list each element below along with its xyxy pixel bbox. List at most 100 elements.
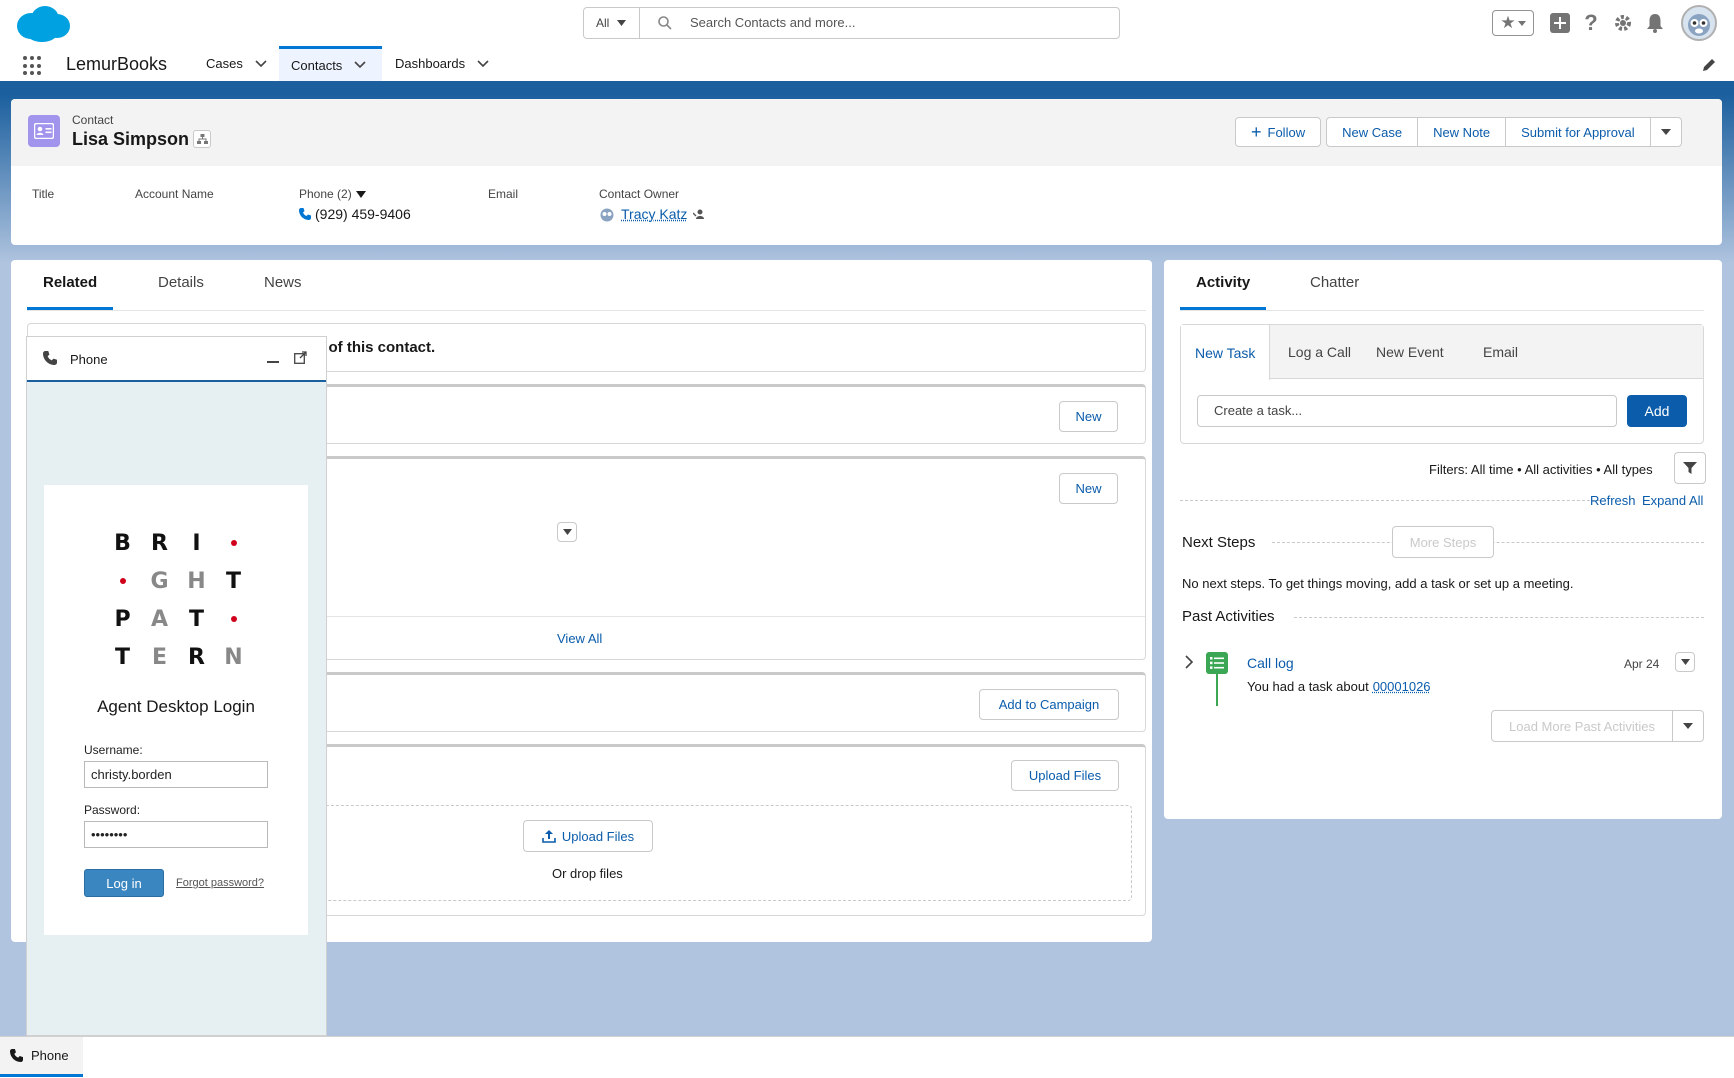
new-case-button[interactable]: New Case — [1326, 117, 1419, 147]
search-scope-dropdown[interactable]: All — [584, 8, 640, 38]
help-icon[interactable]: ? — [1580, 10, 1602, 36]
pencil-edit-icon[interactable] — [1702, 58, 1716, 72]
tab-divider — [1180, 310, 1704, 311]
row-actions-dropdown[interactable] — [557, 522, 577, 542]
task-record-link[interactable]: 00001026 — [1373, 679, 1431, 694]
chevron-down-icon[interactable] — [255, 59, 267, 68]
nav-tab-dashboards[interactable]: Dashboards — [383, 46, 501, 81]
phone-icon — [299, 208, 311, 220]
follow-button[interactable]: + Follow — [1235, 117, 1322, 147]
call-log-text: You had a task about — [1247, 679, 1369, 694]
more-actions-button[interactable] — [1649, 117, 1682, 147]
expand-all-link[interactable]: Expand All — [1642, 493, 1703, 508]
load-more-button[interactable]: Load More Past Activities — [1491, 710, 1673, 742]
view-all-link[interactable]: View All — [557, 631, 602, 646]
bright-pattern-logo: B R I G H T P A T T E R N — [114, 530, 243, 670]
load-more-group: Load More Past Activities — [1491, 710, 1704, 742]
composer-tab-log-a-call[interactable]: Log a Call — [1288, 325, 1351, 379]
tab-details[interactable]: Details — [158, 274, 204, 310]
dashed-divider — [1294, 617, 1704, 618]
popout-icon[interactable] — [294, 351, 307, 364]
tab-related[interactable]: Related — [27, 274, 114, 310]
phone-value[interactable]: (929) 459-9406 — [315, 206, 411, 222]
nav-tab-cases[interactable]: Cases — [194, 46, 279, 81]
activity-card: Activity Chatter New Task Log a Call New… — [1164, 260, 1722, 819]
phone-icon — [10, 1049, 23, 1062]
more-steps-button[interactable]: More Steps — [1392, 526, 1494, 558]
phone-field-value-group[interactable]: (929) 459-9406 — [299, 206, 411, 222]
new-button[interactable]: New — [1059, 401, 1118, 432]
call-log-description: You had a task about 00001026 — [1247, 679, 1431, 694]
password-label: Password: — [84, 803, 141, 817]
chevron-down-icon[interactable] — [354, 61, 366, 69]
owner-link[interactable]: Tracy Katz — [621, 206, 687, 222]
forgot-password-link[interactable]: Forgot password? — [176, 877, 264, 889]
utility-phone-button[interactable]: Phone — [0, 1037, 83, 1077]
global-search[interactable]: All Search Contacts and more... — [583, 7, 1120, 39]
login-title: Agent Desktop Login — [97, 697, 255, 716]
create-task-input[interactable]: Create a task... — [1197, 395, 1617, 427]
tab-chatter[interactable]: Chatter — [1310, 274, 1359, 310]
composer-tab-new-task[interactable]: New Task — [1181, 325, 1271, 380]
search-scope-label: All — [596, 16, 610, 30]
object-type-label: Contact — [72, 113, 114, 127]
refresh-link[interactable]: Refresh — [1590, 493, 1636, 508]
add-task-button[interactable]: Add — [1627, 395, 1687, 427]
tab-activity[interactable]: Activity — [1180, 274, 1267, 310]
caret-down-icon — [355, 190, 366, 198]
activity-composer: New Task Log a Call New Event Email Crea… — [1180, 324, 1704, 444]
phone-field-label-group[interactable]: Phone (2) — [299, 187, 366, 201]
login-button[interactable]: Log in — [84, 869, 164, 897]
upload-files-button[interactable]: Upload Files — [523, 820, 653, 852]
timeline-line — [1216, 674, 1218, 706]
chevron-right-icon[interactable] — [1184, 655, 1194, 669]
record-title: Lisa Simpson — [72, 129, 190, 149]
call-log-link[interactable]: Call log — [1247, 655, 1294, 671]
add-to-campaign-button[interactable]: Add to Campaign — [979, 689, 1119, 720]
call-log-date: Apr 24 — [1624, 657, 1660, 671]
chevron-down-icon — [1517, 20, 1526, 26]
composer-tab-email[interactable]: Email — [1483, 325, 1518, 379]
chevron-down-icon — [1660, 129, 1671, 135]
new-note-button[interactable]: New Note — [1417, 117, 1507, 147]
password-input[interactable]: •••••••• — [84, 821, 268, 848]
contact-card-icon — [28, 115, 60, 147]
owner-field-label: Contact Owner — [599, 187, 680, 201]
setup-gear-icon[interactable] — [1611, 10, 1635, 36]
phone-icon — [43, 351, 57, 365]
app-nav-bar: LemurBooks Cases Contacts Dashboards — [0, 46, 1734, 84]
user-avatar[interactable] — [1681, 5, 1717, 41]
chevron-down-icon — [562, 529, 572, 535]
softphone-header: Phone — [27, 337, 326, 382]
hierarchy-button[interactable] — [193, 130, 211, 148]
no-next-steps-text: No next steps. To get things moving, add… — [1182, 576, 1574, 591]
softphone-title: Phone — [70, 352, 108, 367]
username-input[interactable]: christy.borden — [84, 761, 268, 788]
minimize-icon[interactable] — [267, 361, 279, 363]
global-actions-button[interactable] — [1549, 10, 1571, 36]
owner-avatar — [600, 208, 614, 222]
upload-files-label: Upload Files — [561, 828, 635, 844]
favorites-button[interactable]: ★ — [1492, 10, 1534, 36]
search-input[interactable]: Search Contacts and more... — [690, 15, 855, 30]
change-owner-icon[interactable] — [693, 208, 705, 220]
submit-for-approval-button[interactable]: Submit for Approval — [1505, 117, 1651, 147]
composer-tab-new-event[interactable]: New Event — [1376, 325, 1444, 379]
chevron-down-icon[interactable] — [477, 59, 489, 68]
upload-icon — [542, 830, 556, 843]
call-log-actions-dropdown[interactable] — [1675, 652, 1695, 672]
salesforce-logo[interactable] — [14, 4, 72, 44]
hierarchy-icon — [196, 133, 208, 144]
notifications-bell-icon[interactable] — [1643, 10, 1667, 36]
activity-filters-text: Filters: All time • All activities • All… — [1429, 462, 1653, 477]
chevron-down-icon — [617, 20, 627, 26]
tab-news[interactable]: News — [264, 274, 302, 310]
utility-phone-label: Phone — [31, 1048, 69, 1063]
new-button[interactable]: New — [1059, 473, 1118, 504]
nav-tab-contacts[interactable]: Contacts — [279, 46, 382, 81]
filter-button[interactable] — [1674, 452, 1706, 484]
load-more-dropdown[interactable] — [1672, 710, 1704, 742]
app-launcher-icon[interactable] — [23, 56, 43, 76]
record-header: Contact Lisa Simpson + Follow New Case N… — [11, 99, 1722, 245]
upload-files-header-button[interactable]: Upload Files — [1011, 760, 1119, 791]
